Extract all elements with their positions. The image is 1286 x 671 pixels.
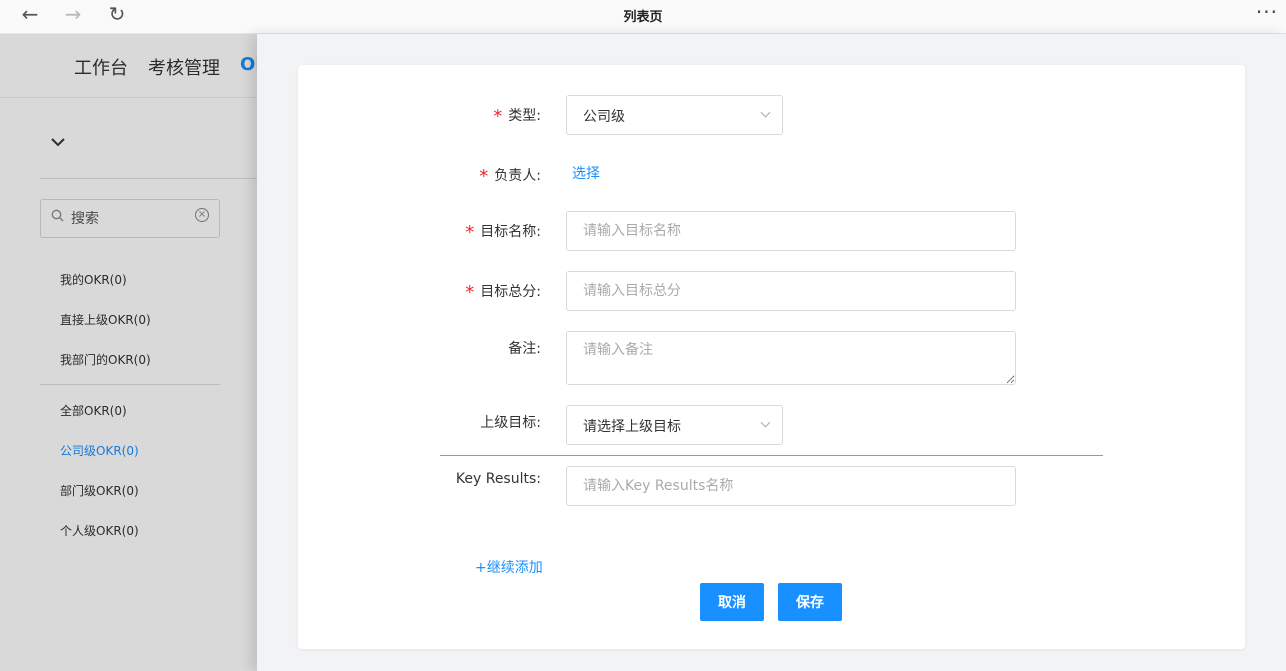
form-divider <box>440 455 1103 456</box>
remark-label: 备注: <box>508 341 541 357</box>
parent-goal-select-value: 请选择上级目标 <box>583 419 681 435</box>
required-mark: * <box>465 282 475 303</box>
goal-name-input[interactable] <box>566 211 1016 251</box>
more-options-icon[interactable]: ··· <box>1256 0 1278 24</box>
add-more-link[interactable]: +继续添加 <box>475 557 543 577</box>
required-mark: * <box>479 166 489 187</box>
chevron-down-icon <box>760 417 771 428</box>
cancel-button[interactable]: 取消 <box>700 583 764 621</box>
key-results-input[interactable] <box>566 466 1016 506</box>
type-select-value: 公司级 <box>583 109 625 125</box>
drawer-mask[interactable] <box>0 34 257 671</box>
type-label: * 类型: <box>493 106 541 127</box>
okr-form-card: *类型: 公司级 *负责人: 选择 *目标名称: *目标总分: 备注: 上级目标… <box>298 65 1245 649</box>
parent-goal-label: 上级目标: <box>480 415 541 431</box>
save-button[interactable]: 保存 <box>778 583 842 621</box>
remark-textarea[interactable] <box>566 331 1016 385</box>
parent-goal-select[interactable]: 请选择上级目标 <box>566 405 783 445</box>
type-select[interactable]: 公司级 <box>566 95 783 135</box>
okr-drawer: *类型: 公司级 *负责人: 选择 *目标名称: *目标总分: 备注: 上级目标… <box>257 34 1286 671</box>
key-results-label: Key Results: <box>455 471 541 487</box>
goal-score-label: * 目标总分: <box>465 282 541 303</box>
chevron-down-icon <box>760 107 771 118</box>
browser-toolbar: ← → ↻ 列表页 ··· <box>0 0 1286 34</box>
page-title: 列表页 <box>623 10 663 25</box>
owner-label: * 负责人: <box>479 166 541 187</box>
goal-score-input[interactable] <box>566 271 1016 311</box>
required-mark: * <box>465 222 475 243</box>
goal-name-label: * 目标名称: <box>465 222 541 243</box>
required-mark: * <box>493 106 503 127</box>
select-owner-link[interactable]: 选择 <box>572 163 600 183</box>
